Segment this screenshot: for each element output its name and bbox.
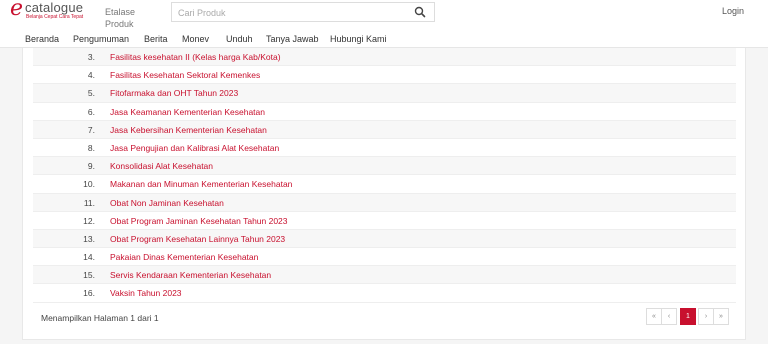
catalogue-link[interactable]: Makanan dan Minuman Kementerian Kesehata… (110, 179, 292, 189)
nav-item-berita[interactable]: Berita (144, 34, 168, 44)
table-row: 10. Makanan dan Minuman Kementerian Keseh… (33, 175, 736, 194)
table-row: 7. Jasa Kebersihan Kementerian Kesehatan (33, 120, 736, 139)
pager-page-button[interactable]: 1 (680, 308, 696, 325)
catalogue-table: 3. Fasilitas kesehatan II (Kelas harga Ka… (33, 48, 736, 303)
nav-item-pengumuman[interactable]: Pengumuman (73, 34, 129, 44)
ecatalogue-logo[interactable]: e catalogue Belanja Cepat Cara Tepat (10, 0, 90, 24)
row-number: 8. (87, 142, 95, 153)
pager-prev-button[interactable]: ‹ (661, 308, 677, 325)
table-row: 9. Konsolidasi Alat Kesehatan (33, 157, 736, 176)
table-row: 5. Fitofarmaka dan OHT Tahun 2023 (33, 84, 736, 103)
catalogue-link[interactable]: Obat Program Kesehatan Lainnya Tahun 202… (110, 234, 285, 244)
row-number: 12. (83, 215, 95, 226)
search-icon[interactable] (414, 6, 426, 18)
table-row: 12. Obat Program Jaminan Kesehatan Tahun … (33, 212, 736, 230)
nav-item-beranda[interactable]: Beranda (25, 34, 59, 44)
table-row: 8. Jasa Pengujian dan Kalibrasi Alat Kese… (33, 139, 736, 158)
logo-e-glyph: e (10, 0, 24, 21)
catalogue-list-card: 3. Fasilitas kesehatan II (Kelas harga Ka… (22, 48, 746, 340)
catalogue-link[interactable]: Fitofarmaka dan OHT Tahun 2023 (110, 88, 238, 98)
row-number: 5. (87, 88, 95, 99)
row-number: 15. (83, 270, 95, 281)
table-row: 11. Obat Non Jaminan Kesehatan (33, 193, 736, 212)
row-number: 13. (83, 233, 95, 244)
catalogue-link[interactable]: Fasilitas Kesehatan Sektoral Kemenkes (110, 70, 260, 80)
nav-item-hubungi-kami[interactable]: Hubungi Kami (330, 34, 387, 44)
table-row: 4. Fasilitas Kesehatan Sektoral Kemenkes (33, 66, 736, 85)
catalogue-link[interactable]: Pakaian Dinas Kementerian Kesehatan (110, 252, 258, 262)
catalogue-link[interactable]: Obat Program Jaminan Kesehatan Tahun 202… (110, 216, 288, 226)
nav-item-monev[interactable]: Monev (182, 34, 209, 44)
row-number: 3. (87, 52, 95, 62)
login-link[interactable]: Login (722, 6, 744, 16)
catalogue-link[interactable]: Servis Kendaraan Kementerian Kesehatan (110, 270, 271, 280)
logo-tagline: Belanja Cepat Cara Tepat (26, 14, 84, 20)
main-nav: Beranda Pengumuman Berita Monev Unduh Ta… (0, 30, 768, 48)
table-row: 13. Obat Program Kesehatan Lainnya Tahun … (33, 229, 736, 249)
nav-item-tanya-jawab[interactable]: Tanya Jawab (266, 34, 319, 44)
pager-first-button[interactable]: « (646, 308, 662, 325)
row-number: 16. (83, 288, 95, 299)
pagination: « ‹ 1 › » (646, 308, 729, 325)
catalogue-link[interactable]: Fasilitas kesehatan II (Kelas harga Kab/… (110, 52, 281, 62)
pager-last-button[interactable]: » (713, 308, 729, 325)
table-row: 14. Pakaian Dinas Kementerian Kesehatan (33, 248, 736, 267)
pagination-status: Menampilkan Halaman 1 dari 1 (41, 313, 159, 323)
pager-next-button[interactable]: › (698, 308, 714, 325)
catalogue-link[interactable]: Jasa Pengujian dan Kalibrasi Alat Keseha… (110, 143, 279, 153)
catalogue-link[interactable]: Jasa Kebersihan Kementerian Kesehatan (110, 125, 267, 135)
catalogue-link[interactable]: Vaksin Tahun 2023 (110, 288, 182, 298)
catalogue-link[interactable]: Jasa Keamanan Kementerian Kesehatan (110, 107, 265, 117)
row-number: 14. (83, 252, 95, 263)
catalogue-link[interactable]: Konsolidasi Alat Kesehatan (110, 161, 213, 171)
row-number: 6. (87, 106, 95, 117)
table-row: 6. Jasa Keamanan Kementerian Kesehatan (33, 103, 736, 121)
nav-item-unduh[interactable]: Unduh (226, 34, 253, 44)
row-number: 10. (83, 179, 95, 190)
row-number: 11. (83, 197, 95, 208)
row-number: 9. (87, 161, 95, 172)
catalogue-link[interactable]: Obat Non Jaminan Kesehatan (110, 198, 224, 208)
row-number: 4. (87, 70, 95, 81)
etalase-produk-link[interactable]: Etalase Produk (105, 6, 145, 30)
row-number: 7. (87, 124, 95, 135)
logo-wordmark: catalogue (25, 0, 84, 15)
table-row: 15. Servis Kendaraan Kementerian Kesehata… (33, 266, 736, 285)
search-box (171, 2, 435, 22)
top-bar: e catalogue Belanja Cepat Cara Tepat Eta… (0, 0, 768, 30)
search-input[interactable] (172, 4, 402, 22)
table-row: 16. Vaksin Tahun 2023 (33, 284, 736, 303)
table-row: 3. Fasilitas kesehatan II (Kelas harga Ka… (33, 48, 736, 67)
